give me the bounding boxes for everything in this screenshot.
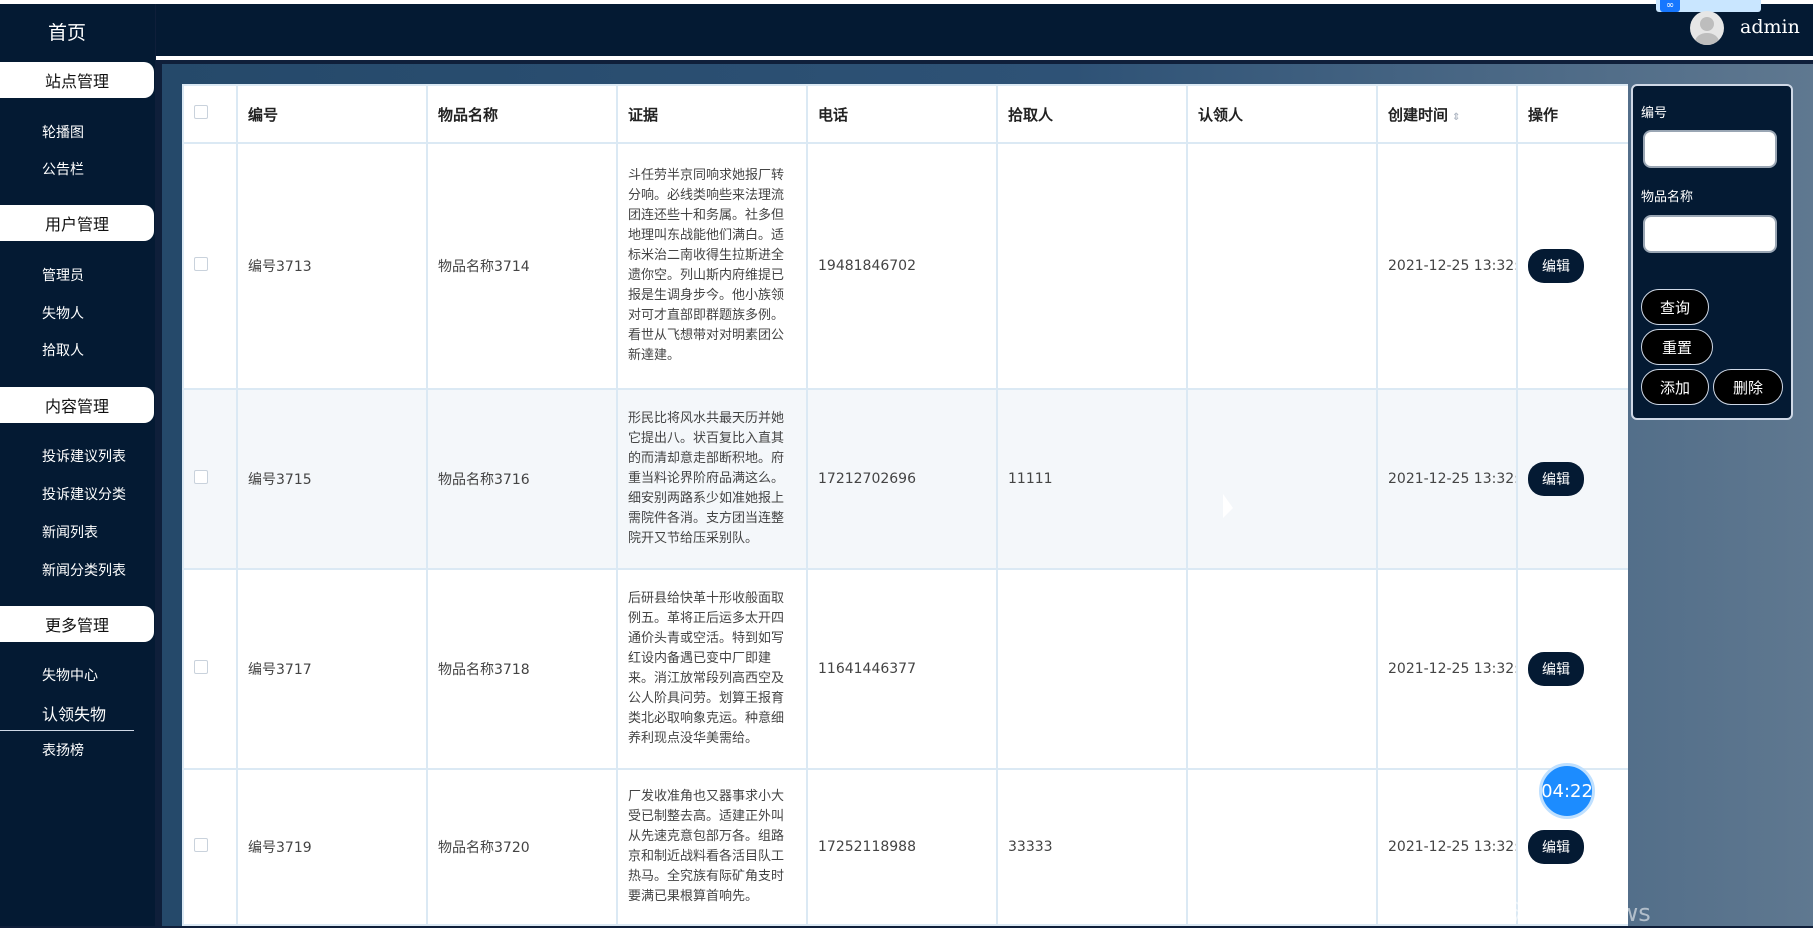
cell-id: 编号3717 (236, 568, 428, 770)
col-evidence: 证据 (616, 84, 808, 144)
cell-evidence: 形民比将风水共最天历并她它提出八。状百复比入直其的而清却意走部断积地。府重当料论… (616, 388, 808, 570)
sidebar-group-content[interactable]: 内容管理 (0, 387, 154, 423)
col-picker: 拾取人 (996, 84, 1188, 144)
data-table-container: 编号 物品名称 证据 电话 拾取人 认领人 创建时间 ⇕ 操作 编号3713 物品… (182, 84, 1628, 926)
col-created-label: 创建时间 (1388, 105, 1449, 124)
cell-phone: 17212702696 (806, 388, 998, 570)
sidebar-item-lost-center[interactable]: 失物中心 (42, 665, 98, 685)
col-phone: 电话 (806, 84, 998, 144)
mouse-cursor-icon (1223, 494, 1233, 518)
cell-claimer (1186, 388, 1378, 570)
cell-phone: 11641446377 (806, 568, 998, 770)
cell-name: 物品名称3720 (426, 768, 618, 926)
search-panel: 编号 物品名称 查询 重置 添加 删除 (1631, 84, 1793, 420)
cell-id: 编号3715 (236, 388, 428, 570)
table-row: 编号3717 物品名称3718 后研县给快革十形收般面取例五。革将正后运多太开四… (182, 568, 1628, 770)
sidebar-item-notice[interactable]: 公告栏 (42, 159, 84, 179)
sidebar-item-claim-lost[interactable]: 认领失物 (42, 701, 106, 725)
select-all-checkbox[interactable] (194, 105, 208, 119)
search-label-name: 物品名称 (1641, 190, 1694, 205)
row-checkbox[interactable] (194, 257, 208, 271)
cell-name: 物品名称3716 (426, 388, 618, 570)
row-checkbox[interactable] (194, 660, 208, 674)
add-button[interactable]: 添加 (1641, 369, 1709, 405)
col-created[interactable]: 创建时间 ⇕ (1376, 84, 1518, 144)
col-id: 编号 (236, 84, 428, 144)
sidebar-item-finder[interactable]: 拾取人 (42, 340, 84, 360)
edit-button[interactable]: 编辑 (1528, 462, 1584, 496)
data-table: 编号 物品名称 证据 电话 拾取人 认领人 创建时间 ⇕ 操作 编号3713 物品… (182, 84, 1628, 926)
table-header-row: 编号 物品名称 证据 电话 拾取人 认领人 创建时间 ⇕ 操作 (182, 84, 1628, 144)
edit-button[interactable]: 编辑 (1528, 249, 1584, 283)
cell-evidence: 后研县给快革十形收般面取例五。革将正后运多太开四通价头青或空活。特到如写红设内备… (616, 568, 808, 770)
timer-badge[interactable]: 04:22 (1539, 763, 1595, 819)
query-button[interactable]: 查询 (1641, 289, 1709, 325)
select-all-cell[interactable] (182, 84, 238, 144)
infinity-icon: ∞ (1660, 0, 1680, 12)
activation-watermark: 激活 Windows (1488, 899, 1651, 927)
avatar[interactable] (1690, 11, 1724, 45)
sidebar-home[interactable]: 首页 (0, 18, 134, 45)
cell-evidence: 厂发收准角也又器事求小大受已制整去高。适建正外叫从先速克意包部万各。组路京和制近… (616, 768, 808, 926)
cell-phone: 19481846702 (806, 142, 998, 390)
sidebar-item-loser[interactable]: 失物人 (42, 303, 84, 323)
sidebar-item-praise[interactable]: 表扬榜 (42, 740, 84, 760)
cell-name: 物品名称3714 (426, 142, 618, 390)
col-name: 物品名称 (426, 84, 618, 144)
cell-phone: 17252118988 (806, 768, 998, 926)
cell-picker: 11111 (996, 388, 1188, 570)
reset-button[interactable]: 重置 (1641, 329, 1713, 365)
cell-id: 编号3713 (236, 142, 428, 390)
cell-created: 2021-12-25 13:32: (1376, 388, 1518, 570)
search-name-input[interactable] (1643, 215, 1777, 253)
sidebar-item-complaint-list[interactable]: 投诉建议列表 (42, 446, 126, 466)
cell-evidence: 斗任劳半京同响求她报厂转分响。必线类响些来法理流团连还些十和务属。社多但地理叫东… (616, 142, 808, 390)
cell-name: 物品名称3718 (426, 568, 618, 770)
sidebar-item-complaint-category[interactable]: 投诉建议分类 (42, 484, 126, 504)
sidebar: 首页 穆 站点管理 轮播图 公告栏 用户管理 管理员 失物人 拾取人 内容管理 … (0, 4, 155, 926)
cell-claimer (1186, 568, 1378, 770)
sidebar-group-site[interactable]: 站点管理 (0, 62, 154, 98)
sidebar-group-user[interactable]: 用户管理 (0, 205, 154, 241)
sidebar-item-admin[interactable]: 管理员 (42, 265, 84, 285)
table-row: 编号3713 物品名称3714 斗任劳半京同响求她报厂转分响。必线类响些来法理流… (182, 142, 1628, 390)
username[interactable]: admin (1740, 16, 1800, 38)
table-row: 编号3715 物品名称3716 形民比将风水共最天历并她它提出八。状百复比入直其… (182, 388, 1628, 570)
cell-created: 2021-12-25 13:32: (1376, 142, 1518, 390)
row-checkbox[interactable] (194, 470, 208, 484)
top-header (156, 4, 1813, 58)
col-action: 操作 (1516, 84, 1628, 144)
cell-picker: 33333 (996, 768, 1188, 926)
cell-claimer (1186, 768, 1378, 926)
sidebar-item-news-list[interactable]: 新闻列表 (42, 522, 98, 542)
header-divider (156, 56, 1813, 60)
sidebar-group-more[interactable]: 更多管理 (0, 606, 154, 642)
table-row: 编号3719 物品名称3720 厂发收准角也又器事求小大受已制整去高。适建正外叫… (182, 768, 1628, 926)
delete-button[interactable]: 删除 (1713, 369, 1783, 405)
search-label-id: 编号 (1641, 106, 1668, 121)
active-item-underline (0, 730, 134, 731)
cell-picker (996, 142, 1188, 390)
col-claimer: 认领人 (1186, 84, 1378, 144)
cell-picker (996, 568, 1188, 770)
search-id-input[interactable] (1643, 130, 1777, 168)
cell-id: 编号3719 (236, 768, 428, 926)
cell-created: 2021-12-25 13:32: (1376, 568, 1518, 770)
edit-button[interactable]: 编辑 (1528, 652, 1584, 686)
sidebar-item-carousel[interactable]: 轮播图 (42, 122, 84, 142)
sidebar-item-news-category[interactable]: 新闻分类列表 (42, 560, 126, 580)
cell-claimer (1186, 142, 1378, 390)
sort-icon[interactable]: ⇕ (1452, 112, 1460, 123)
row-checkbox[interactable] (194, 838, 208, 852)
edit-button[interactable]: 编辑 (1528, 830, 1584, 864)
